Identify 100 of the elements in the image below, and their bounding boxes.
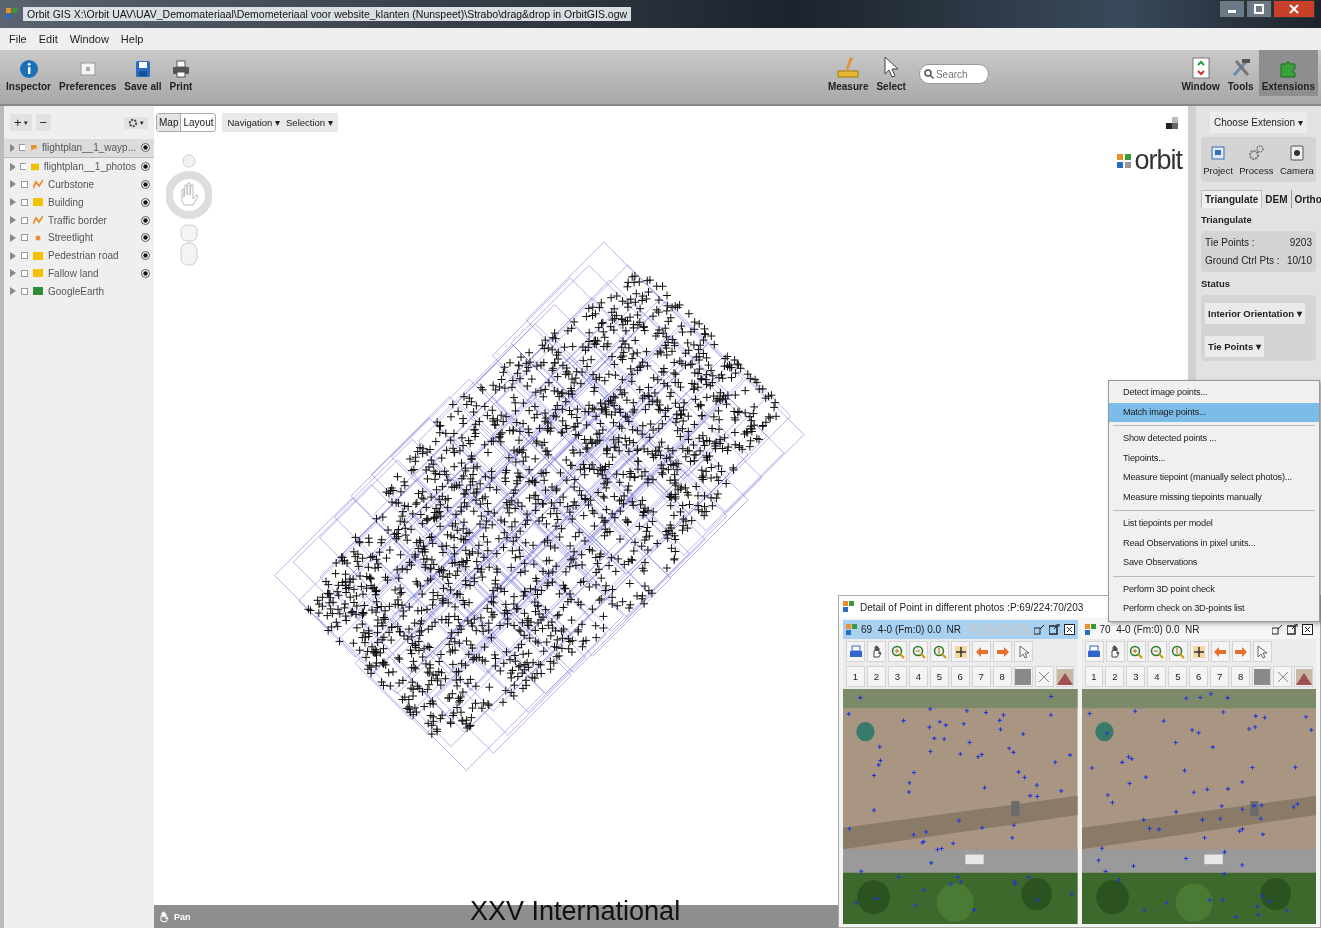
maximize-pane-icon[interactable] [1287,624,1298,635]
menu-item[interactable]: Show detected points ... [1109,429,1319,449]
pointer-button[interactable] [1014,641,1033,662]
number-button[interactable]: 4 [1147,666,1167,687]
visibility-radio-icon[interactable] [141,143,150,153]
number-button[interactable]: 2 [1105,666,1125,687]
number-button[interactable]: 7 [971,666,991,687]
pan-button[interactable] [1105,641,1125,662]
toolbar-button[interactable]: Extensions [1258,50,1318,96]
clear-button[interactable] [1034,666,1054,687]
move-button[interactable] [1189,641,1209,662]
visibility-radio-icon[interactable] [141,268,150,278]
pan-button[interactable] [867,641,886,662]
number-button[interactable]: 1 [1084,666,1104,687]
number-button[interactable]: 6 [1189,666,1209,687]
clear-button[interactable] [1273,666,1293,687]
image-button[interactable] [1055,666,1075,687]
print-button[interactable] [1084,641,1104,662]
next-button[interactable] [1231,641,1251,662]
visibility-radio-icon[interactable] [141,233,150,243]
number-button[interactable]: 3 [887,666,907,687]
number-button[interactable]: 6 [950,666,970,687]
menu-item[interactable]: Edit [33,33,63,45]
close-icon[interactable] [1302,624,1313,635]
minimize-button[interactable] [1219,0,1245,18]
menu-item[interactable]: Match image points... [1109,402,1319,422]
view-tab[interactable]: Map [157,114,182,131]
menu-item[interactable]: List tiepoints per model [1109,514,1319,534]
panel-tab[interactable]: Ortho [1291,190,1321,208]
previous-button[interactable] [972,641,991,662]
overview-icon[interactable] [1166,116,1178,129]
toolbar-button[interactable]: Print [166,55,196,96]
toolbar-button[interactable]: Select [873,51,909,96]
layer-item[interactable]: Traffic border [4,211,154,229]
extension-button[interactable]: Process [1239,145,1274,176]
zoom-out-button[interactable] [1147,641,1167,662]
menu-item[interactable]: Read Observations in pixel units... [1109,533,1319,553]
zoom-extent-button[interactable] [930,641,949,662]
close-button[interactable] [1273,0,1315,18]
menu-item[interactable]: Tiepoints... [1109,448,1319,468]
number-button[interactable]: 7 [1210,666,1230,687]
zoom-out-button[interactable] [909,641,928,662]
menu-item[interactable]: Perform check on 3D-points list [1109,599,1319,619]
menu-item[interactable]: Save Observations [1109,553,1319,573]
panel-tab[interactable]: Triangulate [1201,190,1263,208]
close-icon[interactable] [1063,624,1075,635]
dropdown-button[interactable]: Interior Orientation ▾ [1205,303,1305,324]
extension-button[interactable]: Camera [1279,145,1314,176]
number-button[interactable]: 5 [929,666,949,687]
visibility-radio-icon[interactable] [141,180,150,189]
layer-item[interactable]: Pedestrian road [4,246,154,265]
dropdown-button[interactable]: Selection ▾ [283,115,336,130]
view-tab[interactable]: Layout [181,114,216,131]
next-button[interactable] [993,641,1012,662]
layer-item[interactable]: flightplan__1_wayp... [4,139,154,158]
visibility-radio-icon[interactable] [141,197,150,207]
number-button[interactable]: 5 [1168,666,1188,687]
dropdown-button[interactable]: Tie Points ▾ [1205,336,1264,357]
number-button[interactable]: 2 [866,666,886,687]
layer-item[interactable]: GoogleEarth [4,282,154,301]
toolbar-button[interactable]: Preferences [56,55,120,96]
image-button[interactable] [1294,666,1313,687]
number-button[interactable]: 8 [1231,666,1251,687]
number-button[interactable]: 1 [846,666,865,687]
menu-item[interactable]: File [4,33,32,45]
layer-item[interactable]: Building [4,193,154,212]
visibility-radio-icon[interactable] [141,162,150,172]
number-button[interactable]: 4 [908,666,928,687]
extension-button[interactable]: Project [1203,145,1233,176]
number-button[interactable]: 8 [992,666,1012,687]
previous-button[interactable] [1210,641,1230,662]
toolbar-button[interactable]: Save all [121,55,165,96]
square-button[interactable] [1252,666,1272,687]
menu-item[interactable]: Window [64,33,114,45]
restore-button[interactable] [1246,0,1272,18]
zoom-in-button[interactable] [1126,641,1146,662]
dropdown-button[interactable]: Navigation ▾ [224,115,283,130]
search-field[interactable]: Search [918,64,989,84]
menu-item[interactable]: Measure tiepoint (manually select photos)... [1109,468,1319,488]
layer-item[interactable]: Fallow land [4,264,154,283]
move-button[interactable] [951,641,970,662]
number-button[interactable]: 3 [1126,666,1146,687]
menu-item[interactable]: Perform 3D point check [1109,579,1319,599]
toolbar-button[interactable]: Window [1178,53,1223,96]
toolbar-button[interactable]: Measure [824,51,872,96]
menu-item[interactable]: Detect image points... [1109,383,1319,403]
visibility-radio-icon[interactable] [141,251,150,261]
square-button[interactable] [1013,666,1033,687]
panel-tab[interactable]: DEM [1262,190,1292,208]
toolbar-button[interactable]: Tools [1224,53,1257,96]
minimize-pane-icon[interactable] [1272,624,1283,635]
minimize-pane-icon[interactable] [1033,624,1045,635]
extension-dropdown[interactable]: Choose Extension ▾ [1210,112,1307,133]
menu-item[interactable]: Help [115,33,149,45]
layer-item[interactable]: flightplan__1_photos [4,157,154,176]
pointer-button[interactable] [1252,641,1272,662]
maximize-pane-icon[interactable] [1048,624,1060,635]
layer-item[interactable]: Streetlight [4,229,154,247]
toolbar-button[interactable]: Inspector [3,55,54,96]
visibility-radio-icon[interactable] [141,215,150,225]
